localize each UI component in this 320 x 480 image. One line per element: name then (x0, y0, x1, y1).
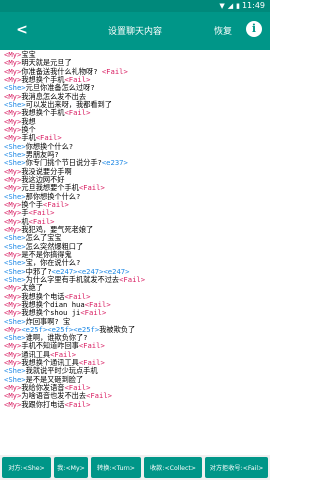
fail-tag: <Fail> (119, 274, 146, 284)
insert-collect-button[interactable]: 收款:<Collect> (144, 457, 202, 478)
fail-tag: <Fail> (64, 108, 91, 118)
insert-fail-button[interactable]: 对方拒收号:<Fail> (205, 457, 268, 478)
app-bar: < 设置聊天内容 恢复 i (0, 12, 270, 50)
wifi-icon: ▼ (219, 2, 225, 10)
fail-tag: <Fail> (78, 341, 105, 351)
insert-my-button[interactable]: 我:<My> (54, 457, 88, 478)
chat-script-editor[interactable]: <My>宝宝 <My>明天就是元旦了 <My>你准备送我什么礼物呀? <Fail> <… (0, 50, 270, 455)
fail-tag: <Fail> (78, 183, 105, 193)
script-line: <My>我想 (4, 117, 270, 126)
signal-icon: ◢ (227, 2, 234, 10)
script-line: <My>我想换个手机<Fail> (4, 109, 270, 117)
script-line: <She>为什么字里有手机就发不过去<Fail> (4, 274, 270, 284)
emoji-code: <e237> (101, 158, 128, 168)
status-bar: ▼ ◢ ▮ 11:49 (0, 0, 270, 12)
tag-toolbar: 对方:<She> 我:<My> 转换:<Turn> 收款:<Collect> 对… (0, 455, 270, 480)
status-icons: ▼ ◢ ▮ (219, 2, 240, 10)
message-text: 我跟你打电话 (21, 399, 65, 409)
insert-she-button[interactable]: 对方:<She> (2, 457, 51, 478)
fail-tag: <Fail> (101, 66, 128, 76)
restore-button[interactable]: 恢复 (214, 24, 232, 37)
battery-icon: ▮ (236, 2, 240, 10)
status-time: 11:49 (241, 1, 265, 10)
script-line: <My>我跟你打电话<Fail> (4, 399, 270, 409)
fail-tag: <Fail> (64, 399, 91, 409)
my-tag: <My> (4, 399, 22, 409)
fail-tag: <Fail> (80, 308, 107, 318)
insert-turn-button[interactable]: 转换:<Turn> (91, 457, 141, 478)
info-icon[interactable]: i (246, 21, 262, 37)
message-text: 我被欺负了 (99, 324, 136, 334)
